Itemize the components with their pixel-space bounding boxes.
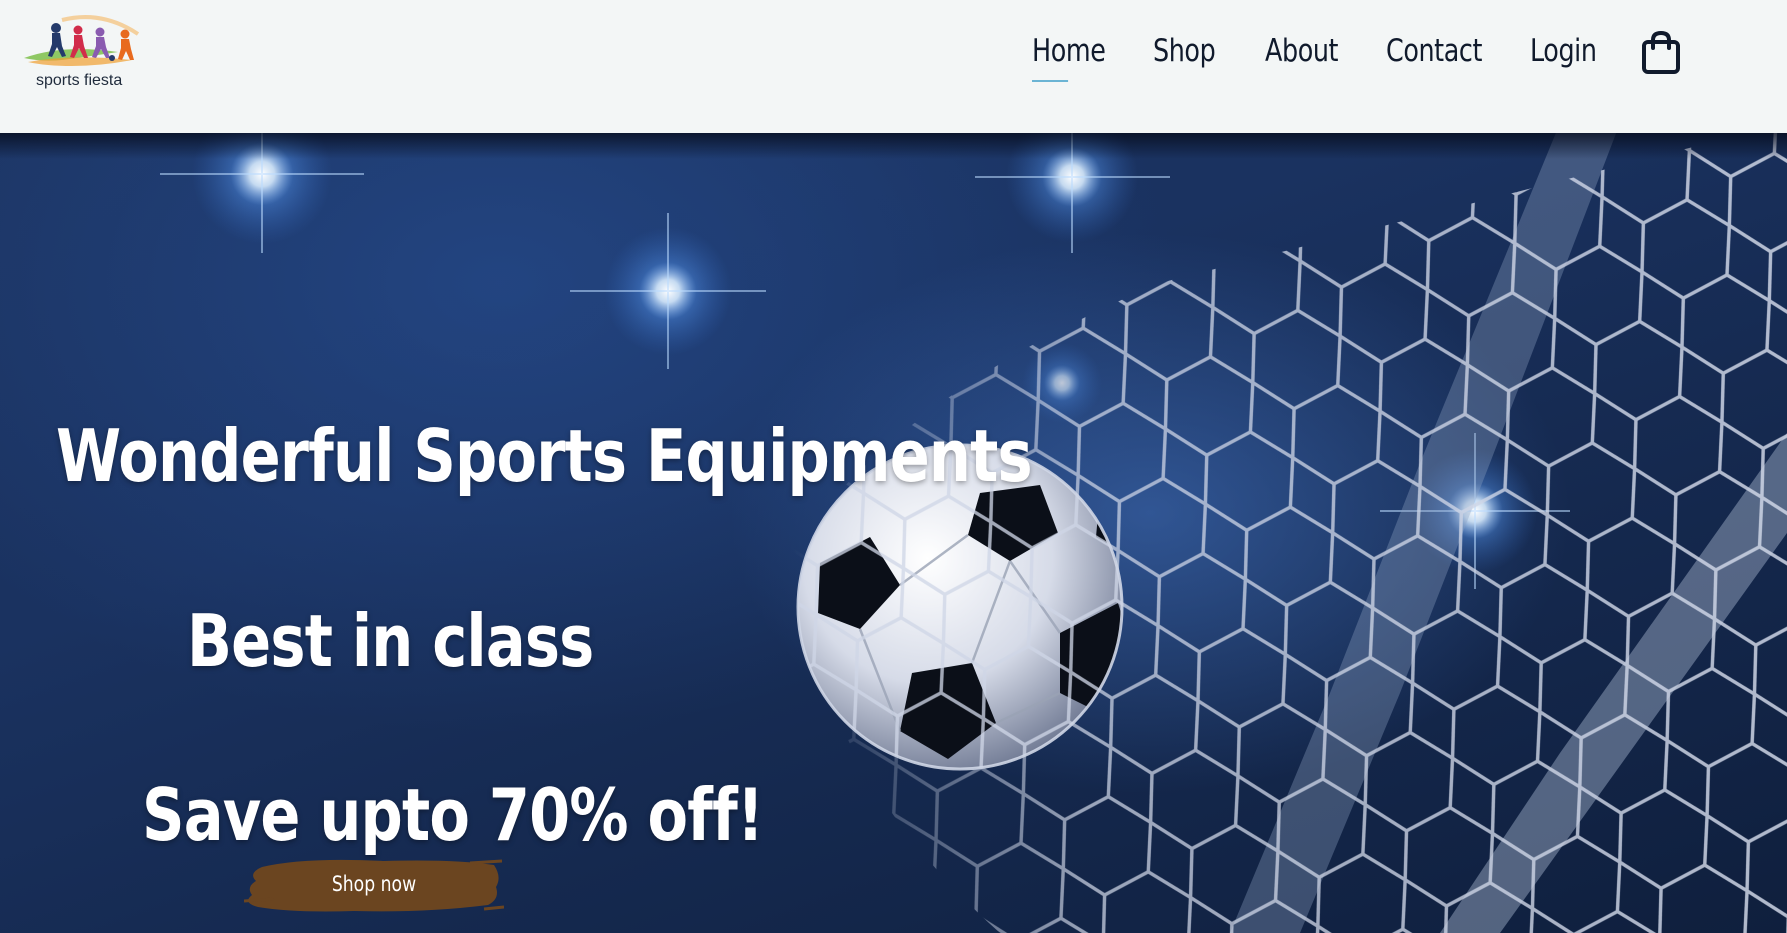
nav-home-link[interactable]: Home bbox=[1032, 30, 1106, 82]
nav-contact-link[interactable]: Contact bbox=[1386, 30, 1482, 72]
hero-banner: Wonderful Sports Equipments Best in clas… bbox=[0, 133, 1787, 933]
shopping-bag-icon bbox=[1642, 30, 1680, 74]
main-nav: Home Shop About Contact Login bbox=[0, 0, 1787, 110]
cart-button[interactable] bbox=[1640, 30, 1684, 78]
page: sports fiesta Home Shop About Contact Lo… bbox=[0, 0, 1787, 933]
nav-login-link[interactable]: Login bbox=[1530, 30, 1597, 72]
nav-about-link[interactable]: About bbox=[1265, 30, 1339, 72]
hero-title: Wonderful Sports Equipments bbox=[56, 414, 1033, 499]
hero-tagline: Best in class bbox=[187, 598, 594, 683]
shop-now-button[interactable]: Shop now bbox=[244, 853, 504, 915]
nav-shop-link[interactable]: Shop bbox=[1153, 30, 1216, 72]
header-shadow bbox=[0, 133, 1787, 159]
shop-now-label: Shop now bbox=[331, 872, 417, 896]
site-header: sports fiesta Home Shop About Contact Lo… bbox=[0, 0, 1787, 133]
hero-offer: Save upto 70% off! bbox=[142, 772, 764, 857]
